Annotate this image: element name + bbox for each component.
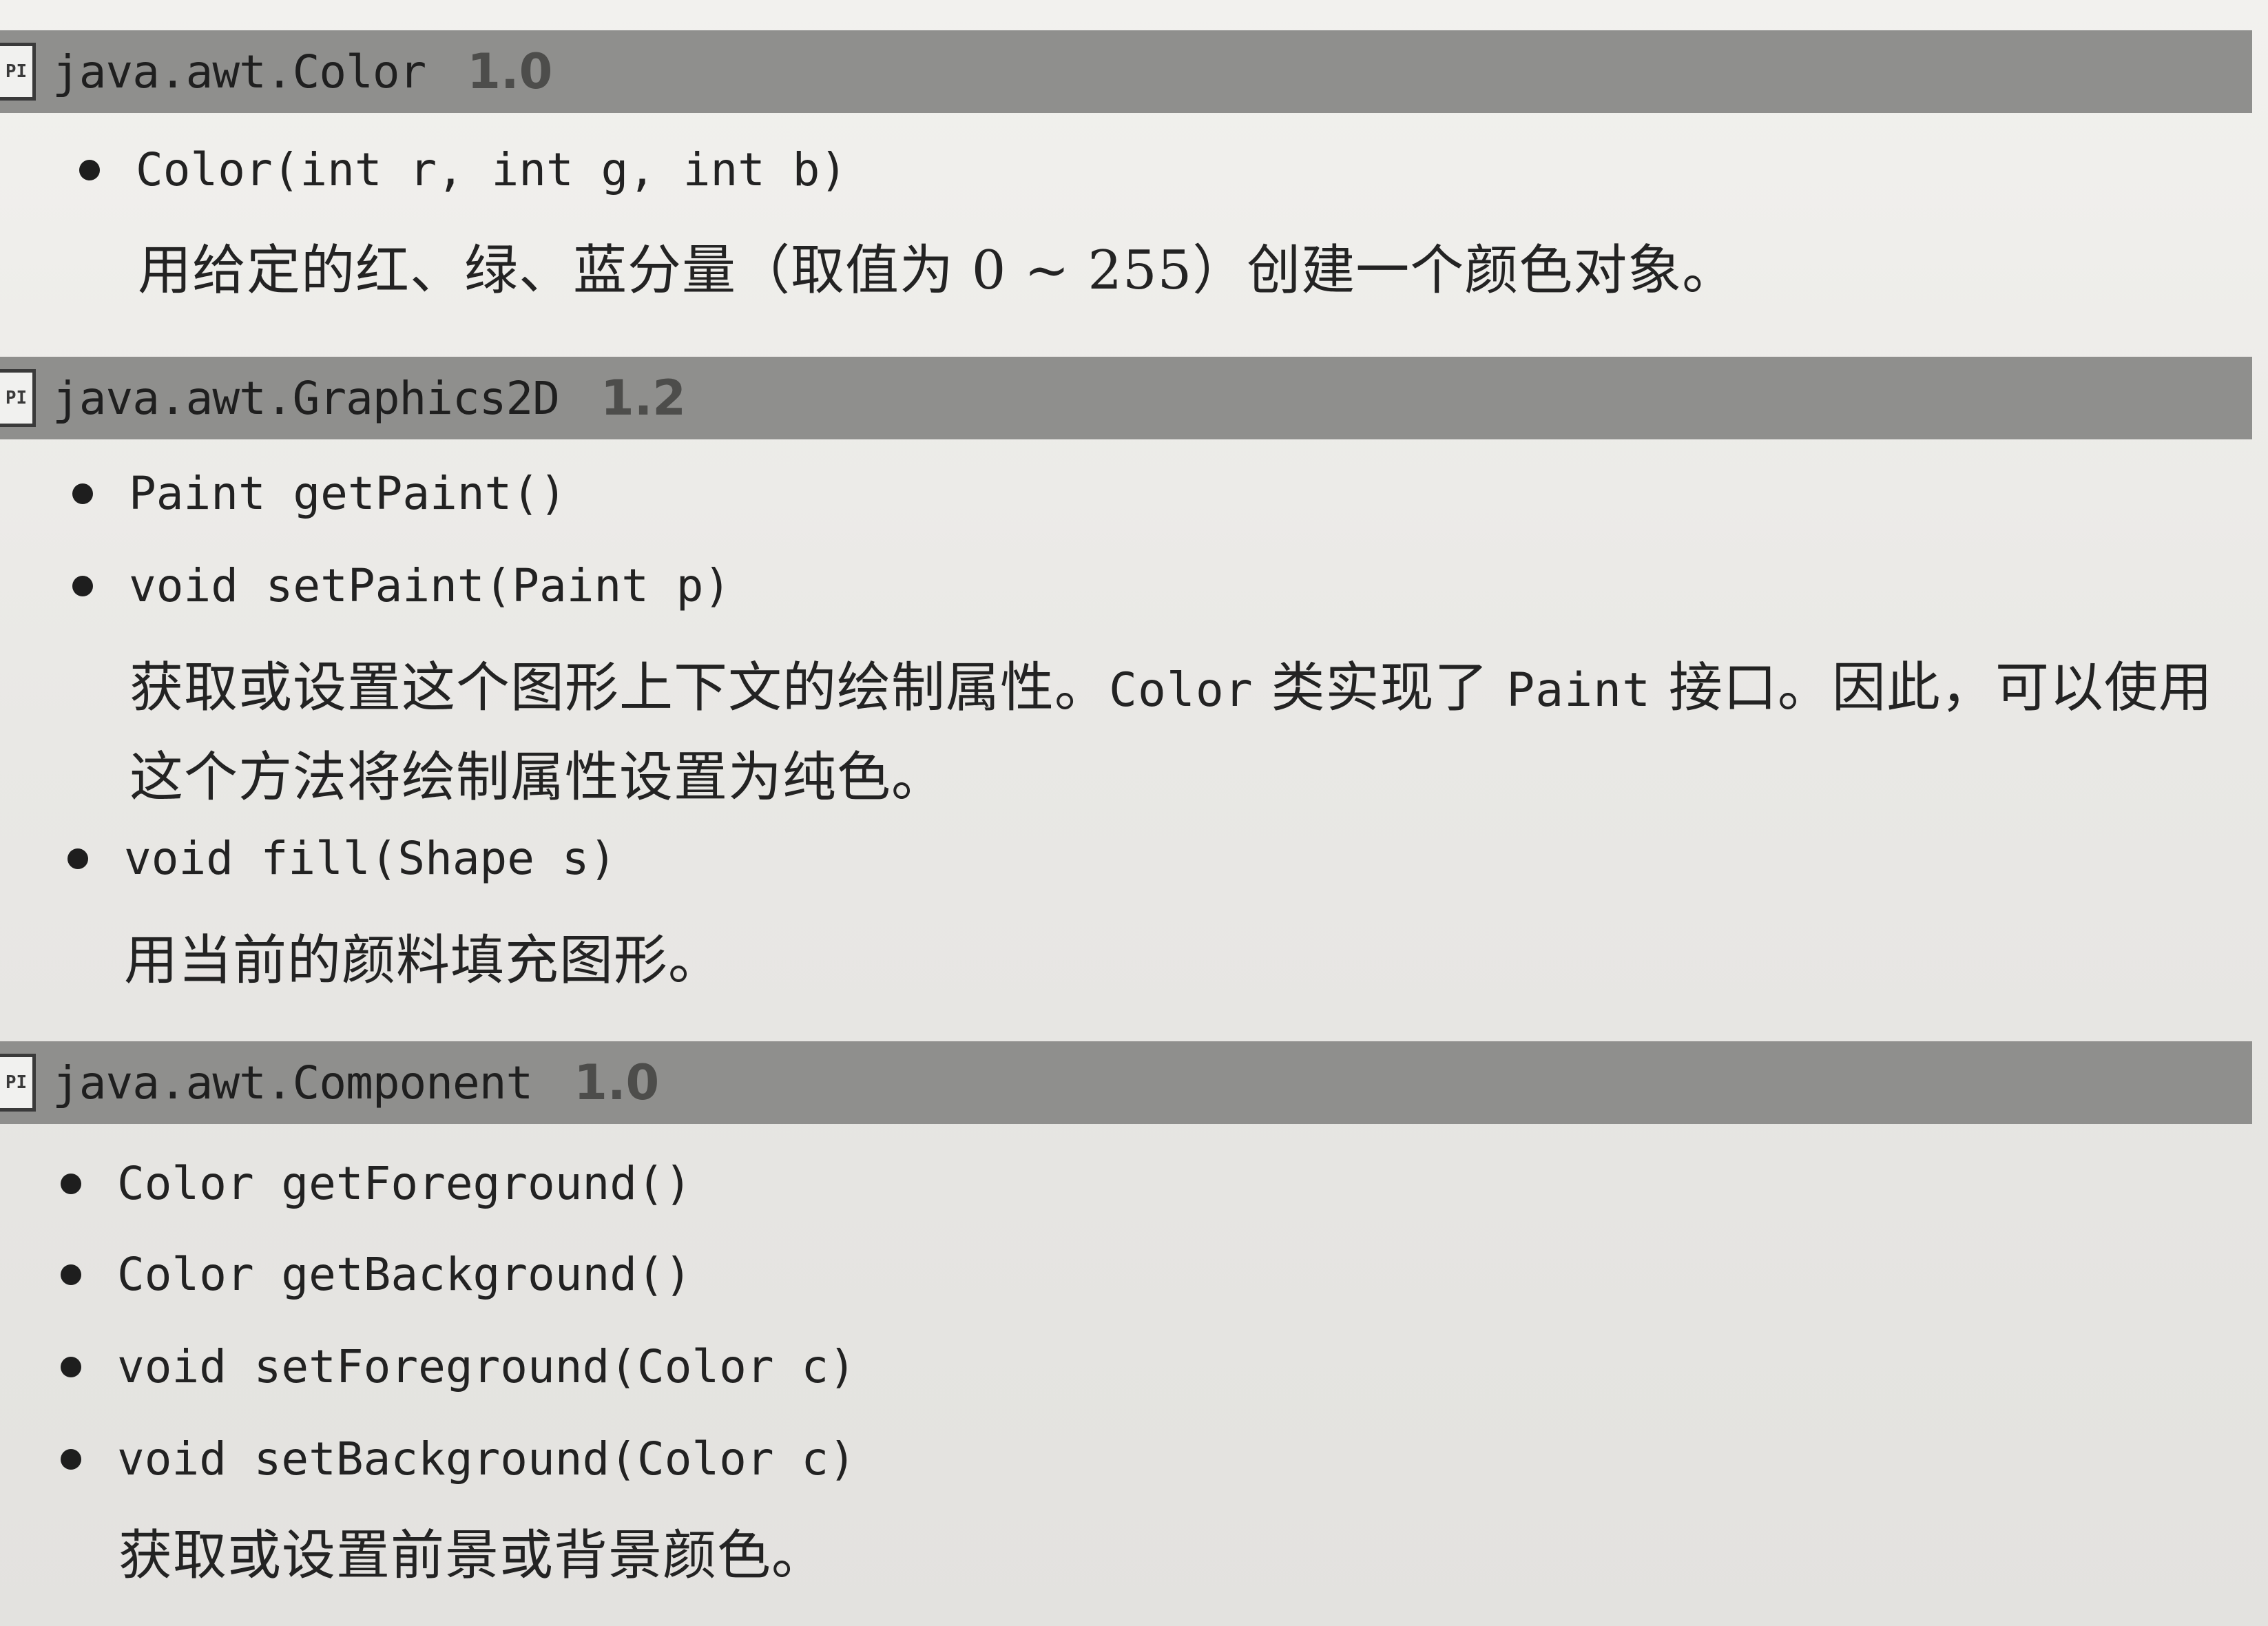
method-description: 获取或设置前景或背景颜色。 — [118, 1525, 826, 1587]
code-term: Color — [1109, 663, 1253, 718]
bullet-icon — [67, 848, 88, 869]
book-page: PI java.awt.Color 1.0 Color(int r, int g… — [0, 0, 2268, 1626]
method-description: 这个方法将绘制属性设置为纯色。 — [129, 747, 946, 809]
api-class-name: java.awt.Graphics2D — [52, 371, 560, 425]
bullet-icon — [72, 483, 93, 504]
method-item: void fill(Shape s) — [67, 832, 616, 885]
method-signature: void fill(Shape s) — [124, 832, 617, 885]
api-class-name: java.awt.Component — [52, 1056, 533, 1109]
method-signature: Color(int r, int g, int b) — [136, 143, 848, 196]
method-item: void setBackground(Color c) — [61, 1432, 856, 1486]
method-item: Paint getPaint() — [72, 467, 567, 520]
bullet-icon — [72, 575, 93, 596]
method-signature: Color getBackground() — [117, 1248, 692, 1301]
api-header-component: PI java.awt.Component 1.0 — [0, 1041, 2252, 1124]
method-signature: void setForeground(Color c) — [117, 1340, 856, 1393]
bullet-icon — [61, 1173, 81, 1194]
api-version: 1.2 — [600, 370, 686, 426]
bullet-icon — [79, 159, 100, 180]
method-description: 获取或设置这个图形上下文的绘制属性。Color 类实现了 Paint 接口。因此… — [129, 645, 2213, 722]
method-description: 用给定的红、绿、蓝分量（取值为 0 ~ 255）创建一个颜色对象。 — [138, 240, 1737, 302]
api-version: 1.0 — [467, 43, 553, 100]
api-tag-icon: PI — [0, 369, 36, 427]
method-item: Color getForeground() — [61, 1157, 691, 1210]
code-term: Paint — [1506, 663, 1652, 718]
bullet-icon — [61, 1356, 81, 1377]
method-signature: Color getForeground() — [117, 1157, 692, 1210]
api-header-color: PI java.awt.Color 1.0 — [0, 30, 2252, 113]
method-item: Color getBackground() — [61, 1248, 691, 1301]
bullet-icon — [61, 1264, 81, 1285]
api-tag-icon: PI — [0, 1054, 36, 1112]
description-text: 类实现了 — [1271, 657, 1489, 719]
method-signature: void setBackground(Color c) — [117, 1432, 856, 1486]
bullet-icon — [61, 1448, 81, 1470]
api-header-graphics2d: PI java.awt.Graphics2D 1.2 — [0, 357, 2252, 439]
api-version: 1.0 — [574, 1054, 660, 1111]
api-tag-icon: PI — [0, 43, 36, 101]
method-signature: Paint getPaint() — [129, 467, 567, 520]
description-text: 获取或设置这个图形上下文的绘制属性。 — [129, 657, 1110, 719]
method-item: void setPaint(Paint p) — [72, 559, 731, 612]
description-text: 接口。因此，可以使用 — [1668, 657, 2213, 719]
method-item: void setForeground(Color c) — [61, 1340, 856, 1393]
method-signature: void setPaint(Paint p) — [129, 559, 731, 612]
method-item: Color(int r, int g, int b) — [79, 143, 847, 196]
method-description: 用当前的颜料填充图形。 — [124, 930, 723, 992]
api-class-name: java.awt.Color — [52, 45, 426, 98]
